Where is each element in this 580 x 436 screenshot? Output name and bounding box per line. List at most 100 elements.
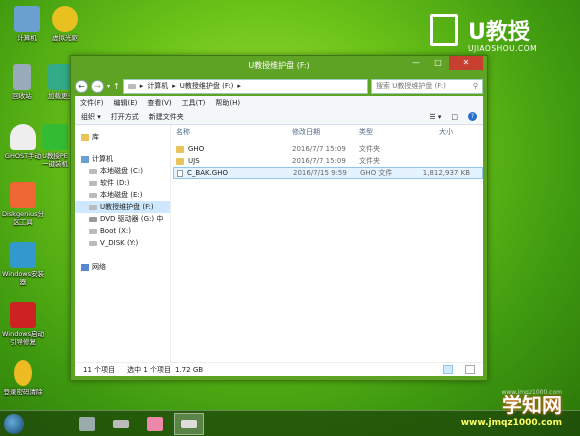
- file-date: 2016/7/7 15:09: [292, 145, 346, 153]
- nav-drive-d[interactable]: 软件 (D:): [75, 177, 170, 189]
- drive-icon: [89, 240, 97, 246]
- start-button[interactable]: [4, 414, 24, 434]
- large-icons-view-icon[interactable]: [465, 365, 475, 374]
- explorer-window[interactable]: U教授维护盘 (F:) — □ ✕ ← → ▾ ↑ ▸ 计算机 ▸ U教授维护盘…: [70, 55, 488, 381]
- preview-pane-icon[interactable]: □: [451, 113, 458, 121]
- file-row[interactable]: UJS 2016/7/7 15:09 文件夹: [173, 155, 483, 167]
- menu-file[interactable]: 文件(F): [80, 98, 104, 107]
- nav-label: Boot (X:): [100, 227, 131, 235]
- close-button[interactable]: ✕: [449, 56, 483, 70]
- address-crumb-computer[interactable]: 计算机: [147, 81, 168, 91]
- status-size: 1.72 GB: [175, 365, 204, 374]
- nav-library[interactable]: 库: [75, 131, 170, 143]
- watermark-url: www.jmqz1000.com: [460, 418, 562, 428]
- search-input[interactable]: 搜索 U教授维护盘 (F:) ⚲: [371, 78, 483, 94]
- back-button[interactable]: ←: [75, 79, 88, 93]
- file-type: 文件夹: [359, 157, 380, 165]
- computer-icon: [14, 6, 40, 32]
- menu-bar: 文件(F) 编辑(E) 查看(V) 工具(T) 帮助(H): [75, 96, 483, 109]
- minimize-button[interactable]: —: [405, 56, 427, 70]
- nav-drive-e[interactable]: 本地磁盘 (E:): [75, 189, 170, 201]
- column-date[interactable]: 修改日期: [292, 127, 320, 137]
- desktop-icon-password-clear[interactable]: 登录密码清除: [0, 360, 46, 396]
- title-bar[interactable]: U教授维护盘 (F:) — □ ✕: [71, 56, 487, 76]
- diskgenius-icon: [10, 182, 36, 208]
- drive-icon: [113, 420, 129, 428]
- taskbar-app-explorer[interactable]: [174, 413, 204, 435]
- desktop-icon-label: GHOST手动: [4, 152, 42, 160]
- column-type[interactable]: 类型: [359, 127, 373, 137]
- search-placeholder: 搜索 U教授维护盘 (F:): [376, 82, 446, 90]
- file-row[interactable]: GHO 2016/7/7 15:09 文件夹: [173, 143, 483, 155]
- watermark-tiny: www.jmqz1000.com: [501, 389, 562, 396]
- recycle-bin-icon: [13, 64, 31, 90]
- view-options-icon[interactable]: ☰ ▾: [429, 113, 441, 121]
- nav-drive-c[interactable]: 本地磁盘 (C:): [75, 165, 170, 177]
- forward-button[interactable]: →: [91, 79, 104, 93]
- menu-tools[interactable]: 工具(T): [182, 98, 206, 107]
- desktop-icon-label: Windows启动引导修复: [1, 330, 44, 346]
- status-bar: 11 个项目 选中 1 个项目 1.72 GB: [75, 362, 483, 376]
- menu-view[interactable]: 查看(V): [147, 98, 171, 107]
- file-row-selected[interactable]: C_BAK.GHO 2016/7/15 9:59 GHO 文件 1,812,93…: [173, 167, 483, 179]
- usb-drive-icon: [89, 204, 97, 210]
- desktop-icon-diskgenius[interactable]: Diskgenius分区工具: [0, 182, 46, 226]
- nav-label: 计算机: [92, 155, 113, 163]
- address-sep: ▸: [172, 82, 176, 90]
- address-crumb-drive[interactable]: U教授维护盘 (F:): [180, 81, 234, 91]
- brand-logo: U教授 UJIAOSHOU.COM: [426, 10, 566, 58]
- command-bar: 组织 ▾ 打开方式 新建文件夹 ☰ ▾ □ ?: [75, 109, 483, 125]
- new-folder-button[interactable]: 新建文件夹: [149, 112, 184, 122]
- organize-button[interactable]: 组织 ▾: [81, 112, 101, 122]
- column-size[interactable]: 大小: [439, 127, 453, 137]
- open-with-button[interactable]: 打开方式: [111, 112, 139, 122]
- desktop-icon-pe-install[interactable]: U教授PE一键装机: [40, 124, 70, 168]
- nav-drive-y[interactable]: V_DISK (Y:): [75, 237, 170, 249]
- drive-icon: [89, 168, 97, 174]
- explorer-content: 文件(F) 编辑(E) 查看(V) 工具(T) 帮助(H) 组织 ▾ 打开方式 …: [75, 96, 483, 376]
- file-list: 名称 修改日期 类型 大小 GHO 2016/7/7 15:09 文件夹 UJS…: [173, 125, 483, 362]
- taskbar-app-tool[interactable]: [72, 413, 102, 435]
- details-view-icon[interactable]: [443, 365, 453, 374]
- nav-drive-g[interactable]: DVD 驱动器 (G:) 中: [75, 213, 170, 225]
- address-sep: ▸: [139, 82, 144, 90]
- drive-icon: [127, 83, 136, 89]
- desktop-icon-windows-installer[interactable]: Windows安装器: [0, 242, 46, 286]
- nav-network[interactable]: 网络: [75, 261, 170, 273]
- desktop-icon-label: 计算机: [17, 34, 37, 42]
- column-header-row: 名称 修改日期 类型 大小: [173, 125, 483, 139]
- dvd-drive-icon: [89, 216, 97, 222]
- computer-icon: [81, 155, 89, 163]
- recent-dropdown-icon[interactable]: ▾: [107, 83, 110, 90]
- menu-help[interactable]: 帮助(H): [215, 98, 240, 107]
- installer-icon: [147, 417, 163, 431]
- taskbar-app-installer[interactable]: [140, 413, 170, 435]
- help-icon[interactable]: ?: [468, 112, 477, 121]
- status-selected: 选中 1 个项目: [127, 365, 172, 374]
- pe-install-icon: [42, 124, 68, 150]
- nav-label: 软件 (D:): [100, 179, 130, 187]
- nav-label: U教授维护盘 (F:): [100, 203, 154, 211]
- up-button[interactable]: ↑: [113, 82, 120, 91]
- nav-label: DVD 驱动器 (G:) 中: [100, 215, 164, 223]
- nav-computer[interactable]: 计算机: [75, 153, 170, 165]
- desktop-icon-label: Diskgenius分区工具: [1, 210, 45, 226]
- brand-subtitle: UJIAOSHOU.COM: [468, 44, 538, 53]
- taskbar-app-drive[interactable]: [106, 413, 136, 435]
- column-name[interactable]: 名称: [176, 127, 190, 137]
- maximize-button[interactable]: □: [427, 56, 449, 70]
- nav-label: 本地磁盘 (C:): [100, 167, 143, 175]
- address-bar[interactable]: ▸ 计算机 ▸ U教授维护盘 (F:) ▸: [122, 78, 368, 94]
- nav-drive-f[interactable]: U教授维护盘 (F:): [75, 201, 170, 213]
- navigation-pane: 库 计算机 本地磁盘 (C:) 软件 (D:) 本地磁盘 (E:) U教授维护盘…: [75, 125, 171, 362]
- desktop-icon-boot-repair[interactable]: Windows启动引导修复: [0, 302, 46, 346]
- nav-label: 库: [92, 133, 99, 141]
- menu-edit[interactable]: 编辑(E): [114, 98, 138, 107]
- desktop-icon-virtual-drive[interactable]: 虚拟光驱: [42, 6, 88, 42]
- desktop-icon-label: 回收站: [12, 92, 32, 100]
- key-icon: [14, 360, 32, 386]
- boot-repair-icon: [10, 302, 36, 328]
- address-sep: ▸: [237, 82, 241, 90]
- desktop-icon-label: Windows安装器: [1, 270, 44, 286]
- nav-drive-x[interactable]: Boot (X:): [75, 225, 170, 237]
